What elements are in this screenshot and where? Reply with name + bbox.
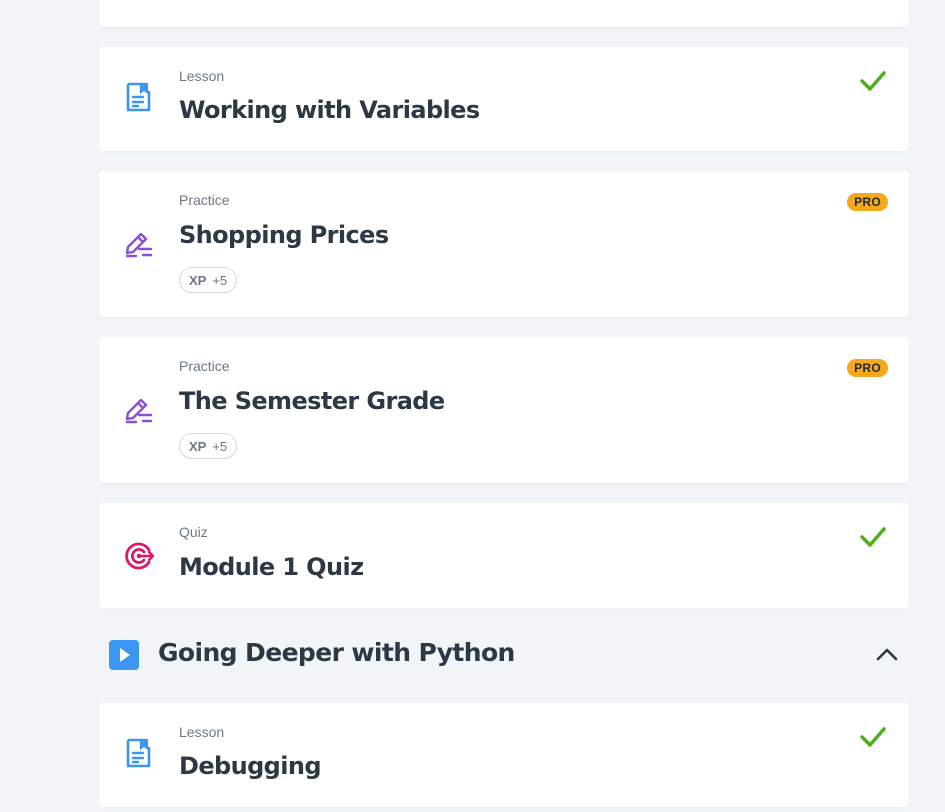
xp-pill: XP +5 — [179, 267, 238, 293]
quiz-target-icon — [125, 542, 155, 570]
xp-label: XP — [189, 272, 207, 288]
item-title[interactable]: Shopping Prices — [179, 221, 389, 249]
quiz-card-module-1[interactable]: Quiz Module 1 Quiz — [99, 503, 909, 608]
item-title[interactable]: Working with Variables — [179, 96, 480, 124]
practice-card-shopping-prices[interactable]: Practice Shopping Prices PRO XP +5 — [99, 171, 909, 317]
item-title[interactable]: Module 1 Quiz — [179, 553, 364, 581]
lesson-card-debugging[interactable]: Lesson Debugging — [99, 703, 909, 807]
module-section-header[interactable]: Going Deeper with Python — [99, 630, 909, 680]
check-icon — [860, 71, 886, 91]
pro-badge: PRO — [847, 193, 888, 211]
xp-label: XP — [189, 438, 207, 454]
item-type-label: Practice — [179, 192, 230, 208]
chevron-up-icon[interactable] — [875, 644, 899, 664]
item-title[interactable]: Debugging — [179, 752, 322, 780]
item-type-label: Practice — [179, 358, 230, 374]
lesson-doc-icon — [126, 82, 151, 112]
xp-value: +5 — [212, 438, 228, 454]
xp-pill: XP +5 — [179, 433, 238, 459]
practice-pencil-icon — [125, 232, 153, 258]
play-icon — [109, 640, 139, 670]
check-icon — [860, 527, 886, 547]
practice-card-semester-grade[interactable]: Practice The Semester Grade PRO XP +5 — [99, 337, 909, 483]
check-icon — [860, 727, 886, 747]
xp-value: +5 — [212, 272, 228, 288]
item-type-label: Lesson — [179, 68, 225, 84]
lesson-card-working-with-variables[interactable]: Lesson Working with Variables — [99, 47, 909, 151]
lesson-doc-icon — [126, 738, 151, 768]
item-type-label: Quiz — [179, 524, 208, 540]
practice-pencil-icon — [125, 398, 153, 424]
item-type-label: Lesson — [179, 724, 225, 740]
item-title[interactable]: The Semester Grade — [179, 387, 445, 415]
pro-badge: PRO — [847, 359, 888, 377]
section-title: Going Deeper with Python — [158, 638, 515, 667]
previous-item-card[interactable] — [99, 0, 909, 27]
